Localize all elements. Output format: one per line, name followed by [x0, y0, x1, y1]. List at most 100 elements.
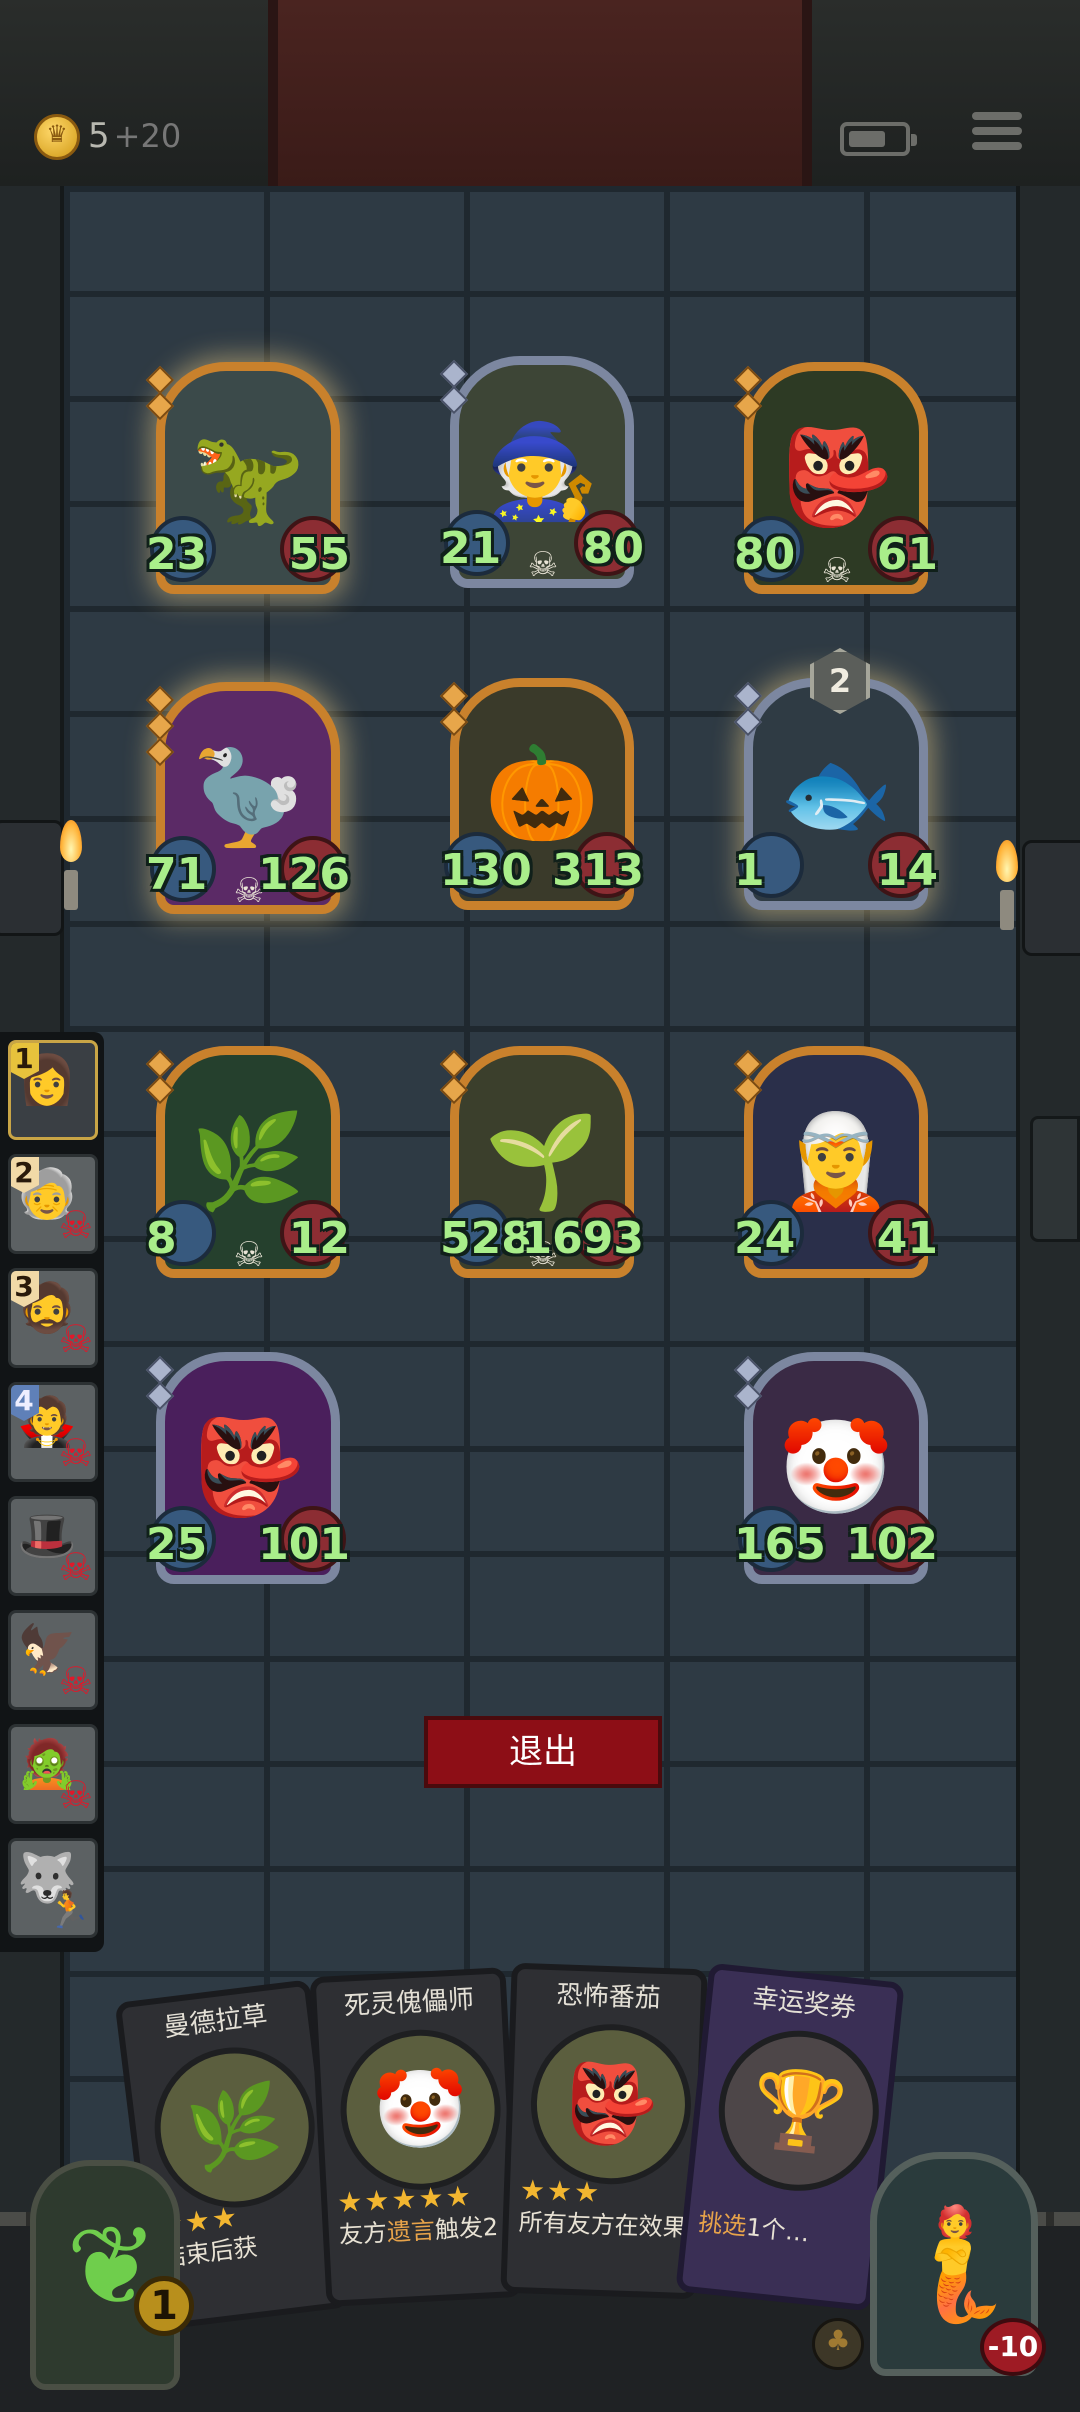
health-value: 55	[288, 529, 350, 580]
shop-card-art-icon: 🤡	[336, 2025, 505, 2194]
minion-card[interactable]: 🎃 130 313	[439, 678, 644, 910]
minion-card[interactable]: 🤡 165 102	[733, 1352, 938, 1584]
attack-value: 24	[734, 1213, 796, 1264]
attack-value: 130	[440, 845, 532, 896]
turn-number: 4	[11, 1385, 39, 1421]
minion-card[interactable]: 🧙 ☠ 21 80	[439, 356, 644, 588]
minion-card[interactable]: 🐟 1 14 2	[733, 648, 938, 910]
gold-amount: 5	[88, 116, 110, 156]
battery-icon	[840, 122, 917, 156]
star-rating-icon: ★★★	[519, 2173, 602, 2209]
skull-crossbones-icon: ☠	[58, 1203, 93, 1247]
health-value: 101	[258, 1519, 350, 1570]
health-value: 313	[552, 845, 644, 896]
tier-pips	[145, 1355, 175, 1412]
gold-counter: 5 +20	[88, 116, 181, 156]
minion-card[interactable]: 🦤 ☠ 71 126	[145, 682, 350, 914]
minion-card[interactable]: 👺 ☠ 80 61	[733, 362, 938, 594]
curtain	[268, 0, 812, 186]
turn-order-item[interactable]: 🐺 🏃	[8, 1838, 98, 1938]
turn-order-item[interactable]: 🧓 2 ☠	[8, 1154, 98, 1254]
wall-sconce-right	[1022, 840, 1080, 956]
wall-sconce-left	[0, 820, 64, 936]
exit-button[interactable]: 退出	[424, 1716, 662, 1788]
attack-value: 1	[734, 845, 765, 896]
shop-card-title: 死灵傀儡师	[343, 1984, 475, 2022]
gold-income: +20	[113, 117, 182, 155]
turn-order-item[interactable]: 🎩 ☠	[8, 1496, 98, 1596]
attack-value: 528	[440, 1213, 532, 1264]
health-value: 41	[876, 1213, 938, 1264]
turn-number: 2	[11, 1157, 39, 1193]
tier-pips	[439, 1049, 469, 1106]
gold-coin-icon	[34, 114, 80, 160]
deathrattle-skull-icon: ☠	[527, 545, 559, 585]
turn-order-item[interactable]: 🧛 4 ☠	[8, 1382, 98, 1482]
skull-crossbones-icon: ☠	[58, 1545, 93, 1589]
menu-icon[interactable]	[972, 112, 1022, 158]
minion-card[interactable]: 🧝 24 41	[733, 1046, 938, 1278]
shop-card-description: 所有友方在效果时都会	[518, 2207, 695, 2243]
health-value: 61	[876, 529, 938, 580]
running-figure-icon: 🏃	[46, 1890, 91, 1931]
health-value: 12	[288, 1213, 350, 1264]
health-value: 14	[876, 845, 938, 896]
turn-order-item[interactable]: 🧔 3 ☠	[8, 1268, 98, 1368]
candle-left	[64, 870, 78, 910]
attack-value: 80	[734, 529, 796, 580]
shop-card-description: 挑选1个…	[697, 2207, 875, 2255]
desc-text-2: 1个…	[744, 2213, 811, 2248]
minion-card[interactable]: 🦖 23 55	[145, 362, 350, 594]
turn-number: 3	[11, 1271, 39, 1307]
desc-text-2: 获	[231, 2232, 260, 2264]
shop-card-title: 曼德拉草	[162, 2000, 270, 2044]
shop-card-title: 恐怖番茄	[556, 1980, 662, 2014]
tier-pips	[145, 1049, 175, 1106]
tier-pips	[733, 681, 763, 738]
tier-pips	[439, 681, 469, 738]
deathrattle-skull-icon: ☠	[233, 1235, 265, 1275]
attack-value: 165	[734, 1519, 826, 1570]
skull-crossbones-icon: ☠	[58, 1773, 93, 1817]
minion-card[interactable]: 👺 25 101	[145, 1352, 350, 1584]
tier-pips	[439, 359, 469, 416]
shop-card[interactable]: 恐怖番茄 👺 ★★★ 所有友方在效果时都会	[500, 1962, 708, 2300]
attack-value: 23	[146, 529, 208, 580]
health-value: 1693	[521, 1213, 644, 1264]
skull-crossbones-icon: ☠	[58, 1431, 93, 1475]
deathrattle-skull-icon: ☠	[821, 551, 853, 591]
tier-pips	[733, 1049, 763, 1106]
attack-value: 71	[146, 849, 208, 900]
door-latch	[1030, 1116, 1080, 1242]
shop-card-art-icon: 👺	[528, 2021, 694, 2187]
turn-order-item[interactable]: 🧟 ☠	[8, 1724, 98, 1824]
tier-pips	[733, 1355, 763, 1412]
tier-pips	[733, 365, 763, 422]
turn-order-list: 👩 1 🧓 2 ☠ 🧔 3 ☠ 🧛 4 ☠ 🎩 ☠ 🦅 ☠ 🧟 ☠ 🐺 🏃	[0, 1032, 104, 1952]
deck-count-badge: 1	[134, 2276, 194, 2336]
shop-card-title: 幸运奖券	[750, 1983, 858, 2025]
turn-order-item[interactable]: 🦅 ☠	[8, 1610, 98, 1710]
top-bar: 5+20	[0, 0, 1080, 186]
desc-text: 所有友方在	[518, 2208, 640, 2241]
shop-card[interactable]: 死灵傀儡师 🤡 ★★★★★ 友方遗言触发2	[309, 1967, 523, 2307]
desc-text-2: 触发2	[434, 2212, 499, 2245]
candle-right	[1000, 890, 1014, 930]
hero-health-badge: -10	[980, 2318, 1046, 2376]
desc-keyword: 挑选	[697, 2207, 748, 2241]
desc-keyword: 遗言	[386, 2216, 436, 2247]
attack-value: 8	[146, 1213, 177, 1264]
minion-card[interactable]: 🌱 ☠ 528 1693	[439, 1046, 644, 1278]
minion-card[interactable]: 🌿 ☠ 8 12	[145, 1046, 350, 1278]
turn-order-item[interactable]: 👩 1	[8, 1040, 98, 1140]
skull-crossbones-icon: ☠	[58, 1317, 93, 1361]
health-value: 80	[582, 523, 644, 574]
attack-value: 21	[440, 523, 502, 574]
turn-number: 1	[11, 1043, 39, 1079]
health-value: 126	[258, 849, 350, 900]
desc-text: 友方	[338, 2218, 388, 2250]
deck-pile[interactable]: ❦	[30, 2160, 180, 2390]
attack-value: 25	[146, 1519, 208, 1570]
shop-card-art-icon: 🏆	[710, 2022, 887, 2199]
acorn-icon[interactable]: ♣	[812, 2318, 864, 2370]
